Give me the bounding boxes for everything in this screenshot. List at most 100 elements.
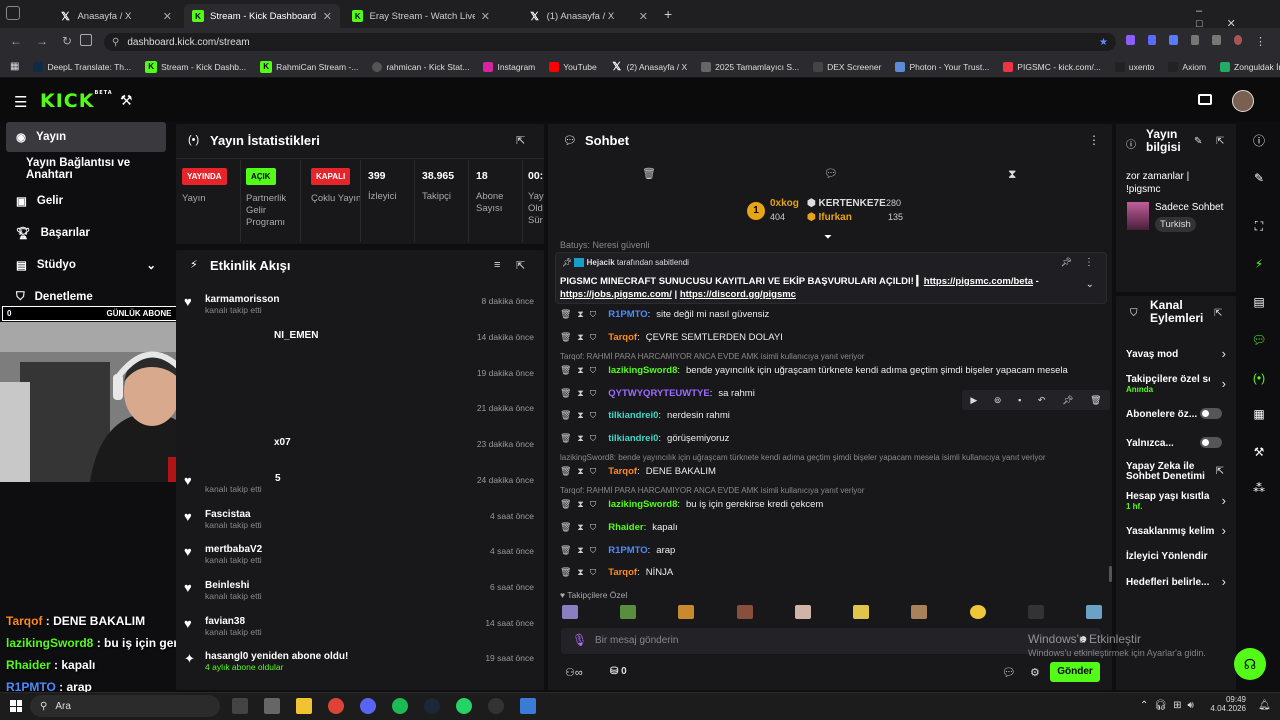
action-emote-only[interactable]: Yalnızca... (1126, 437, 1226, 449)
send-button[interactable]: Gönder (1050, 662, 1100, 682)
chest-counter[interactable]: ⛁ 0 (610, 666, 627, 677)
emote[interactable] (794, 605, 811, 619)
top-chatter-2[interactable]: ⬢ KERTENKE7E (807, 198, 886, 209)
mic-icon[interactable]: 🎙︎ (572, 633, 587, 647)
close-icon[interactable]: ✕ (163, 10, 172, 23)
scrollbar[interactable] (1109, 566, 1112, 582)
chrome-icon[interactable] (328, 698, 344, 714)
extension-icon[interactable] (1126, 35, 1135, 45)
undo-icon[interactable]: ↶ (1038, 395, 1046, 406)
top-chatter-3[interactable]: ⬢ Ifurkan (807, 212, 852, 223)
document-icon[interactable]: ▤ (1244, 290, 1274, 314)
popout-icon[interactable]: ⇱ (516, 259, 525, 272)
action-slow-mode[interactable]: Yavaş mod › (1126, 346, 1226, 361)
action-banned-words[interactable]: Yasaklanmış kelim › (1126, 523, 1226, 538)
bookmark[interactable]: PIGSMC - kick.com/... (1003, 61, 1101, 72)
mod-actions[interactable]: 🗑︎⧗⛉ (560, 410, 602, 421)
task-view-icon[interactable] (232, 698, 248, 714)
category-thumbnail[interactable] (1127, 202, 1149, 230)
reply-icon[interactable]: ⊚ (994, 395, 1002, 406)
copy-icon[interactable]: ▪ (1018, 395, 1021, 405)
tools-icon[interactable]: ⚒ (1244, 440, 1274, 464)
bookmark[interactable]: YouTube (549, 61, 597, 72)
mod-actions[interactable]: 🗑︎⧗⛉ (560, 365, 602, 376)
emote[interactable] (911, 605, 928, 619)
more-icon[interactable]: ⋮ (1084, 257, 1094, 268)
users-infinity-icon[interactable]: ⚇∞ (565, 666, 583, 679)
bookmark[interactable]: uxento (1114, 61, 1154, 72)
chevron-down-icon[interactable]: ⌄ (1086, 279, 1094, 290)
download-icon[interactable] (1212, 35, 1221, 45)
play-icon[interactable]: ▶ (970, 395, 977, 406)
emote[interactable] (853, 605, 870, 619)
whatsapp-icon[interactable] (456, 698, 472, 714)
bookmark[interactable]: Photon - Your Trust... (895, 61, 989, 72)
action-raid[interactable]: İzleyici Yönlendir (1126, 550, 1226, 562)
emote[interactable] (620, 605, 637, 619)
action-followers-only[interactable]: Takipçilere özel sc Anında › (1126, 374, 1226, 394)
nav-buttons[interactable]: ←→↻ (10, 34, 86, 48)
emote[interactable] (736, 605, 753, 619)
close-icon[interactable]: ✕ (639, 10, 648, 23)
stats-icon[interactable]: ▦ (1244, 402, 1274, 426)
kick-logo[interactable]: KICKBETA (40, 90, 113, 112)
mod-actions[interactable]: 🗑︎⧗⛉ (560, 433, 602, 444)
sidebar-item-stream-key[interactable]: Yayın Bağlantısı ve Anahtarı (6, 156, 166, 182)
mod-actions[interactable]: 🗑︎⧗⛉ (560, 388, 602, 399)
site-info-icon[interactable]: ⚲ (112, 37, 119, 48)
bookmark[interactable]: 𝕏 (2) Anasayfa / X (611, 61, 687, 73)
chat-mode-icon[interactable]: 💬︎ (824, 167, 838, 180)
edit-icon[interactable]: ✎ (1244, 166, 1274, 190)
close-icon[interactable]: ✕ (481, 10, 490, 23)
bolt-icon[interactable]: ⚡︎ (1244, 252, 1274, 276)
link[interactable]: https://discord.gg/pigsmc (680, 289, 796, 300)
popout-icon[interactable]: ⇱ (516, 134, 525, 147)
extension-icon[interactable] (1147, 35, 1156, 45)
popout-icon[interactable]: ⇱ (1216, 136, 1224, 147)
toggle[interactable] (1200, 408, 1222, 419)
popout-icon[interactable]: ⇱ (1214, 308, 1222, 319)
bookmark[interactable]: K Stream - Kick Dashb... (145, 60, 246, 73)
extension-icon[interactable] (1190, 35, 1199, 45)
sidebar-item-studyo[interactable]: ▤ Stüdyo ⌄ (6, 252, 166, 278)
trash-icon[interactable]: 🗑︎ (642, 167, 656, 180)
system-tray[interactable]: ⌃🎧︎⊞🔊︎ (1140, 700, 1200, 711)
toggle[interactable] (1200, 437, 1222, 448)
collapse-icon[interactable]: ⏷ (824, 232, 832, 243)
bookmark[interactable]: rahmican - Kick Stat... (372, 61, 469, 72)
bookmark[interactable]: Instagram (483, 61, 535, 72)
action-goals[interactable]: Hedefleri belirle... › (1126, 574, 1226, 589)
pin-icon[interactable]: 📌︎ (1062, 395, 1073, 406)
spotify-icon[interactable] (392, 698, 408, 714)
sidebar-item-basarilar[interactable]: 🏆︎ Başarılar (6, 220, 166, 246)
avatar[interactable] (1232, 90, 1254, 112)
hourglass-icon[interactable]: ⧗ (1008, 167, 1016, 182)
obs-icon[interactable] (488, 698, 504, 714)
connections-icon[interactable]: ⁂ (1244, 476, 1274, 500)
tab-1[interactable]: 𝕏 Anasayfa / X ✕ (26, 4, 180, 28)
bookmark[interactable]: Axiom (1168, 61, 1206, 72)
emote[interactable] (1027, 605, 1044, 619)
trash-icon[interactable]: 🗑︎ (1090, 395, 1101, 406)
chat-icon[interactable]: 💬︎ (1244, 328, 1274, 352)
emote[interactable] (678, 605, 695, 619)
sidebar-item-yayin[interactable]: ◉ Yayın (6, 122, 166, 152)
url-bar[interactable]: ⚲ dashboard.kick.com/stream ★ (104, 33, 1116, 51)
windows-start-icon[interactable] (10, 700, 22, 712)
bookmark[interactable]: K RahmiCan Stream -... (260, 60, 358, 73)
discord-icon[interactable] (360, 698, 376, 714)
action-subscribers-only[interactable]: Abonelere öz... (1126, 408, 1226, 420)
extension-icon[interactable] (1169, 35, 1178, 45)
menu-icon[interactable]: ⋮ (1255, 35, 1266, 48)
bookmark[interactable]: DeepL Translate: Th... (33, 61, 131, 72)
bookmark[interactable]: DEX Screener (813, 61, 881, 72)
notification-icon[interactable]: 🔔︎ (1258, 700, 1271, 711)
category-name[interactable]: Sadece Sohbet (1155, 202, 1223, 213)
extensions[interactable]: ⋮ (1126, 35, 1266, 48)
chat-settings-icon[interactable]: 💬︎ (1002, 666, 1016, 679)
action-account-age[interactable]: Hesap yaşı kısıtlar 1 hf. › (1126, 491, 1226, 511)
gear-icon[interactable]: ⚙ (1030, 666, 1040, 679)
more-icon[interactable]: ⋮ (1088, 133, 1100, 147)
broadcast-icon[interactable]: (•) (1244, 366, 1274, 390)
app-icon[interactable] (520, 698, 536, 714)
